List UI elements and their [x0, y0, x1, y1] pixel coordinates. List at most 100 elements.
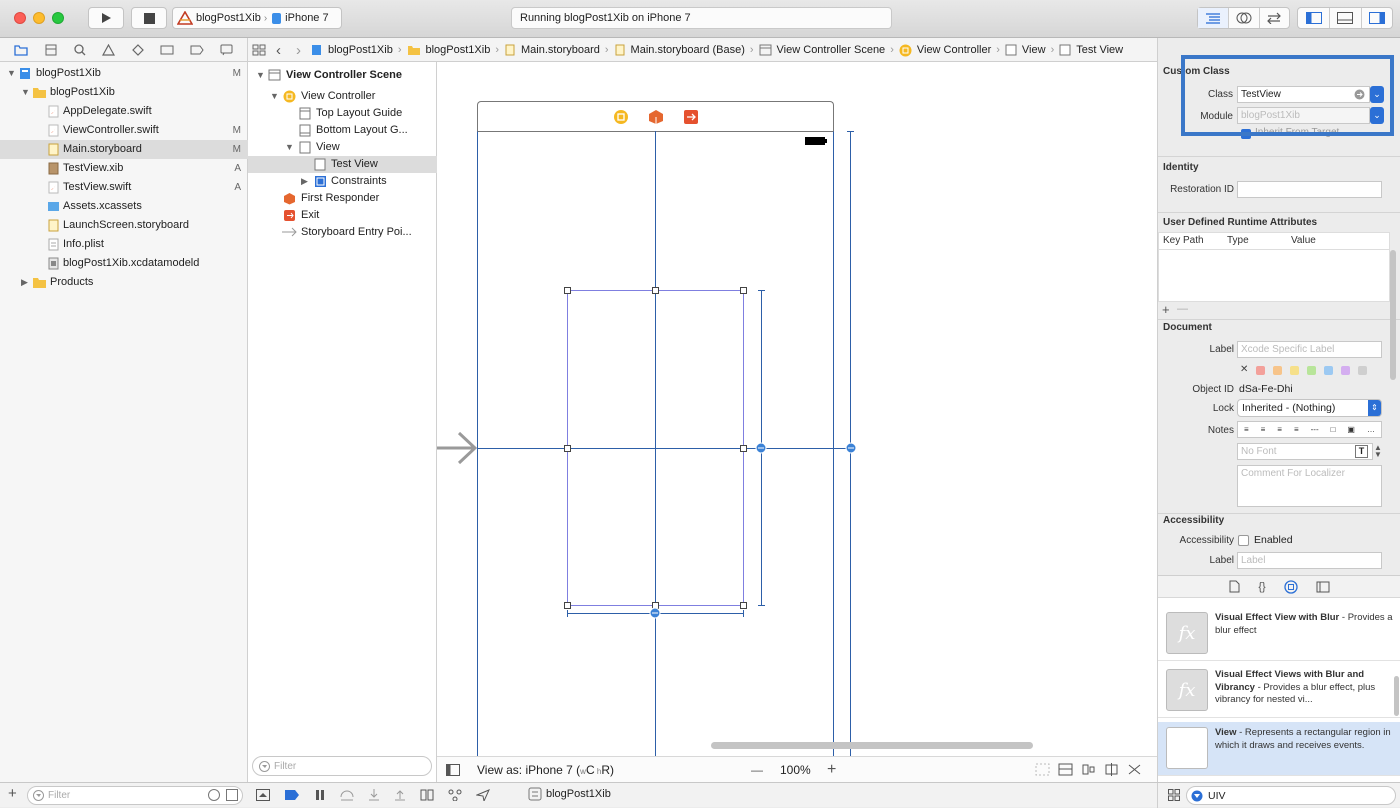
- view-controller-icon[interactable]: [613, 109, 629, 125]
- inspector-scrollbar[interactable]: [1390, 250, 1396, 380]
- color-swatch-orange[interactable]: [1273, 366, 1282, 375]
- storyboard-entry-arrow-icon[interactable]: [437, 431, 477, 465]
- comment-for-localizer-field[interactable]: Comment For Localizer: [1237, 465, 1382, 507]
- memory-graph-icon[interactable]: [448, 789, 462, 801]
- step-out-icon[interactable]: [394, 789, 406, 801]
- disclosure-open-icon[interactable]: ▼: [285, 139, 294, 156]
- recent-files-clock-icon[interactable]: [208, 789, 220, 801]
- breakpoint-icon[interactable]: [190, 44, 204, 56]
- restoration-id-field[interactable]: [1237, 181, 1382, 198]
- align-center-icon[interactable]: ≡: [1261, 425, 1266, 434]
- add-file-button[interactable]: +: [8, 785, 17, 802]
- version-editor-button[interactable]: [1258, 8, 1289, 28]
- standard-editor-button[interactable]: [1198, 8, 1229, 28]
- library-scrollbar[interactable]: [1394, 676, 1399, 716]
- nav-item-assets[interactable]: Assets.xcassets: [0, 197, 248, 216]
- toggle-debug-area-button[interactable]: [1329, 8, 1360, 28]
- align-icon[interactable]: [1081, 763, 1096, 776]
- scheme-selector[interactable]: blogPost1Xib › iPhone 7: [172, 7, 342, 29]
- constraint-handle-icon[interactable]: [755, 442, 767, 454]
- add-constraints-icon[interactable]: [1104, 763, 1119, 776]
- outline-item-first-responder[interactable]: First Responder: [248, 190, 437, 207]
- breakpoint-toggle-icon[interactable]: [284, 789, 300, 801]
- disclosure-open-icon[interactable]: ▼: [21, 83, 30, 102]
- jump-item-storyboard-base[interactable]: Main.storyboard (Base): [631, 44, 745, 56]
- more-icon[interactable]: …: [1367, 425, 1375, 434]
- color-swatch-green[interactable]: [1307, 366, 1316, 375]
- nav-item-viewcontroller[interactable]: ViewController.swift M: [0, 121, 248, 140]
- disclosure-closed-icon[interactable]: ▶: [301, 173, 308, 190]
- library-item-visual-effect-blur[interactable]: fx Visual Effect View with Blur - Provid…: [1158, 607, 1400, 661]
- disclosure-open-icon[interactable]: ▼: [270, 88, 279, 105]
- grid-view-icon[interactable]: [1168, 789, 1180, 801]
- font-picker-icon[interactable]: T: [1355, 445, 1368, 458]
- resolve-issues-icon[interactable]: [1127, 763, 1142, 776]
- resize-handle[interactable]: [652, 287, 659, 294]
- jump-item-scene[interactable]: View Controller Scene: [777, 44, 886, 56]
- font-stepper-icon[interactable]: ▲ ▼: [1374, 444, 1382, 459]
- pause-icon[interactable]: [314, 789, 326, 801]
- outline-item-test-view[interactable]: Test View: [248, 156, 437, 173]
- resize-handle[interactable]: [740, 445, 747, 452]
- nav-item-products[interactable]: ▶ Products: [0, 273, 248, 292]
- first-responder-cube-icon[interactable]: [648, 109, 664, 125]
- toggle-outline-icon[interactable]: [446, 764, 460, 776]
- nav-item-datamodel[interactable]: blogPost1Xib.xcdatamodeld: [0, 254, 248, 273]
- resize-handle[interactable]: [740, 287, 747, 294]
- accessibility-label-field[interactable]: Label: [1237, 552, 1382, 569]
- toggle-navigator-button[interactable]: [1298, 8, 1329, 28]
- font-box-icon[interactable]: ▣: [1347, 425, 1355, 434]
- align-justify-icon[interactable]: ≡: [1294, 425, 1299, 434]
- nav-item-testview-xib[interactable]: TestView.xib A: [0, 159, 248, 178]
- zoom-in-button[interactable]: +: [827, 757, 836, 783]
- disclosure-open-icon[interactable]: ▼: [7, 64, 16, 83]
- update-frames-icon[interactable]: [1058, 763, 1073, 776]
- align-left-icon[interactable]: ≡: [1244, 425, 1249, 434]
- remove-attribute-button[interactable]: —: [1177, 303, 1188, 315]
- nav-item-group[interactable]: ▼ blogPost1Xib: [0, 83, 248, 102]
- lock-popup[interactable]: Inherited - (Nothing) ⇕: [1237, 399, 1382, 417]
- warning-icon[interactable]: [102, 44, 116, 56]
- embed-in-stack-icon[interactable]: [1035, 763, 1050, 776]
- nav-item-project[interactable]: ▼ blogPost1Xib M: [0, 64, 248, 83]
- jump-item-test-view[interactable]: Test View: [1076, 44, 1123, 56]
- exit-icon[interactable]: [683, 109, 699, 125]
- color-swatch-red[interactable]: [1256, 366, 1265, 375]
- constraint-handle-icon[interactable]: [649, 607, 661, 619]
- library-filter-field[interactable]: UIV: [1186, 786, 1396, 805]
- test-view[interactable]: [567, 290, 744, 606]
- view-as-button[interactable]: View as: iPhone 7 (wC hR): [477, 757, 614, 783]
- outline-item-view-controller[interactable]: ▼ View Controller: [248, 88, 437, 105]
- color-swatch-blue[interactable]: [1324, 366, 1333, 375]
- media-library-icon[interactable]: [1316, 581, 1330, 593]
- jump-item-storyboard[interactable]: Main.storyboard: [521, 44, 600, 56]
- zoom-out-button[interactable]: —: [751, 757, 763, 783]
- outline-item-scene[interactable]: ▼ View Controller Scene: [248, 67, 437, 84]
- hide-debug-area-icon[interactable]: [256, 789, 270, 801]
- forward-arrow-icon[interactable]: ›: [291, 42, 306, 59]
- code-snippet-icon[interactable]: {}: [1258, 581, 1265, 593]
- debug-gauge-icon[interactable]: [160, 44, 174, 56]
- box-icon[interactable]: □: [1331, 425, 1336, 434]
- font-field[interactable]: No Font: [1237, 443, 1373, 460]
- resize-handle[interactable]: [564, 287, 571, 294]
- jump-item-project[interactable]: blogPost1Xib: [328, 44, 393, 56]
- debug-scheme-selector[interactable]: blogPost1Xib: [528, 787, 611, 801]
- constraint-handle-icon[interactable]: [845, 442, 857, 454]
- location-icon[interactable]: [476, 789, 490, 801]
- color-swatch-gray[interactable]: [1358, 366, 1367, 375]
- color-swatch-yellow[interactable]: [1290, 366, 1299, 375]
- disclosure-open-icon[interactable]: ▼: [256, 67, 265, 84]
- runtime-attributes-table[interactable]: [1158, 250, 1390, 302]
- run-button[interactable]: [88, 7, 124, 29]
- outline-item-top-layout-guide[interactable]: Top Layout Guide: [248, 105, 437, 122]
- outline-filter-field[interactable]: Filter: [252, 756, 432, 776]
- nav-item-testview-swift[interactable]: TestView.swift A: [0, 178, 248, 197]
- color-swatch-purple[interactable]: [1341, 366, 1350, 375]
- step-into-icon[interactable]: [368, 789, 380, 801]
- source-control-icon[interactable]: [44, 44, 58, 56]
- stop-button[interactable]: [131, 7, 167, 29]
- toggle-utilities-button[interactable]: [1360, 8, 1392, 28]
- nav-item-launchscreen[interactable]: LaunchScreen.storyboard: [0, 216, 248, 235]
- disclosure-closed-icon[interactable]: ▶: [21, 273, 28, 292]
